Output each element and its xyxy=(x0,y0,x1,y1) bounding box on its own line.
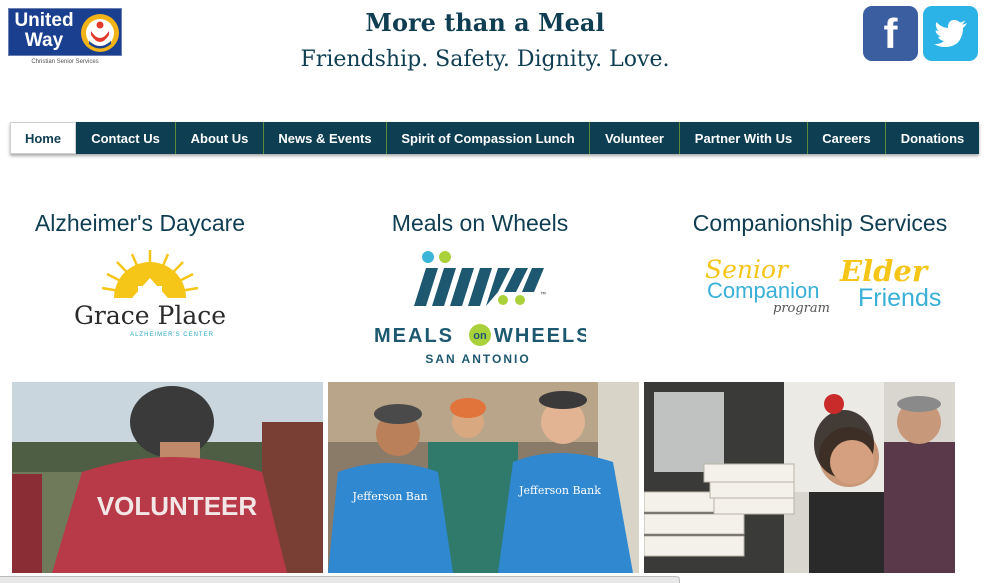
browser-status-bar xyxy=(0,576,680,583)
nav-item-spirit-of-compassion-lunch[interactable]: Spirit of Compassion Lunch xyxy=(387,122,590,154)
nav-item-careers[interactable]: Careers xyxy=(808,122,886,154)
volunteer-photo-image: VOLUNTEER xyxy=(12,382,323,573)
service-title-alzheimers[interactable]: Alzheimer's Daycare xyxy=(20,210,260,237)
nav-item-volunteer[interactable]: Volunteer xyxy=(590,122,680,154)
friends-word: Friends xyxy=(858,284,941,312)
logo-wordmark: United Way xyxy=(11,11,77,51)
program-word: program xyxy=(773,301,830,316)
united-way-emblem-icon xyxy=(81,14,119,52)
meal-delivery-photo[interactable] xyxy=(644,382,955,573)
senior-companion-logo[interactable]: Senior Companion program xyxy=(695,252,845,318)
shirt-brand-right: Jefferson Bank xyxy=(518,484,601,497)
grace-place-logo[interactable]: Grace Place ALZHEIMER'S CENTER xyxy=(72,246,228,342)
nav-item-about-us[interactable]: About Us xyxy=(176,122,264,154)
volunteer-photo[interactable]: VOLUNTEER xyxy=(12,382,323,573)
elder-friends-logo[interactable]: Elder Friends xyxy=(836,252,962,314)
twitter-bird-icon xyxy=(933,19,967,47)
main-nav: Home Contact Us About Us News & Events S… xyxy=(10,122,979,154)
nav-item-partner-with-us[interactable]: Partner With Us xyxy=(680,122,808,154)
facebook-icon: f xyxy=(883,9,898,57)
volunteer-shirt-text: VOLUNTEER xyxy=(97,491,258,521)
service-title-companionship[interactable]: Companionship Services xyxy=(660,210,980,237)
nav-item-contact-us[interactable]: Contact Us xyxy=(76,122,176,154)
logo-tagline: Christian Senior Services xyxy=(31,59,99,65)
meals-on-wheels-logo[interactable]: ™ MEALS on WHEELS SAN ANTONIO xyxy=(370,248,586,370)
site-title: More than a Meal xyxy=(365,8,605,37)
shirt-brand-left: Jefferson Ban xyxy=(351,490,427,503)
grace-place-subtitle: ALZHEIMER'S CENTER xyxy=(130,332,214,338)
nav-item-donations[interactable]: Donations xyxy=(886,122,979,154)
united-way-logo[interactable]: United Way Christian Senior Services xyxy=(8,8,122,70)
mow-trademark: ™ xyxy=(540,291,546,298)
sun-icon xyxy=(101,250,199,300)
jefferson-bank-photo-image: Jefferson Ban Jefferson Bank xyxy=(328,382,639,573)
mow-san-antonio: SAN ANTONIO xyxy=(425,352,530,366)
logo-box: United Way xyxy=(8,8,122,56)
mow-on-word: on xyxy=(473,330,487,342)
mow-meals-word: MEALS xyxy=(374,325,454,347)
twitter-button[interactable] xyxy=(923,6,978,61)
logo-line2: Way xyxy=(24,30,64,51)
mow-wheels-word: WHEELS xyxy=(494,325,586,347)
jefferson-bank-volunteers-photo[interactable]: Jefferson Ban Jefferson Bank xyxy=(328,382,639,573)
companion-word: Companion xyxy=(707,278,820,303)
site-tagline: Friendship. Safety. Dignity. Love. xyxy=(300,47,670,72)
service-title-meals-on-wheels[interactable]: Meals on Wheels xyxy=(360,210,600,237)
nav-item-home[interactable]: Home xyxy=(10,122,76,154)
grace-place-name: Grace Place xyxy=(74,301,226,330)
facebook-button[interactable]: f xyxy=(863,6,918,61)
mow-figures-icon xyxy=(414,251,544,306)
meal-delivery-photo-image xyxy=(644,382,955,573)
elder-word: Elder xyxy=(839,254,930,288)
nav-item-news-events[interactable]: News & Events xyxy=(264,122,387,154)
logo-line1: United xyxy=(14,10,74,31)
